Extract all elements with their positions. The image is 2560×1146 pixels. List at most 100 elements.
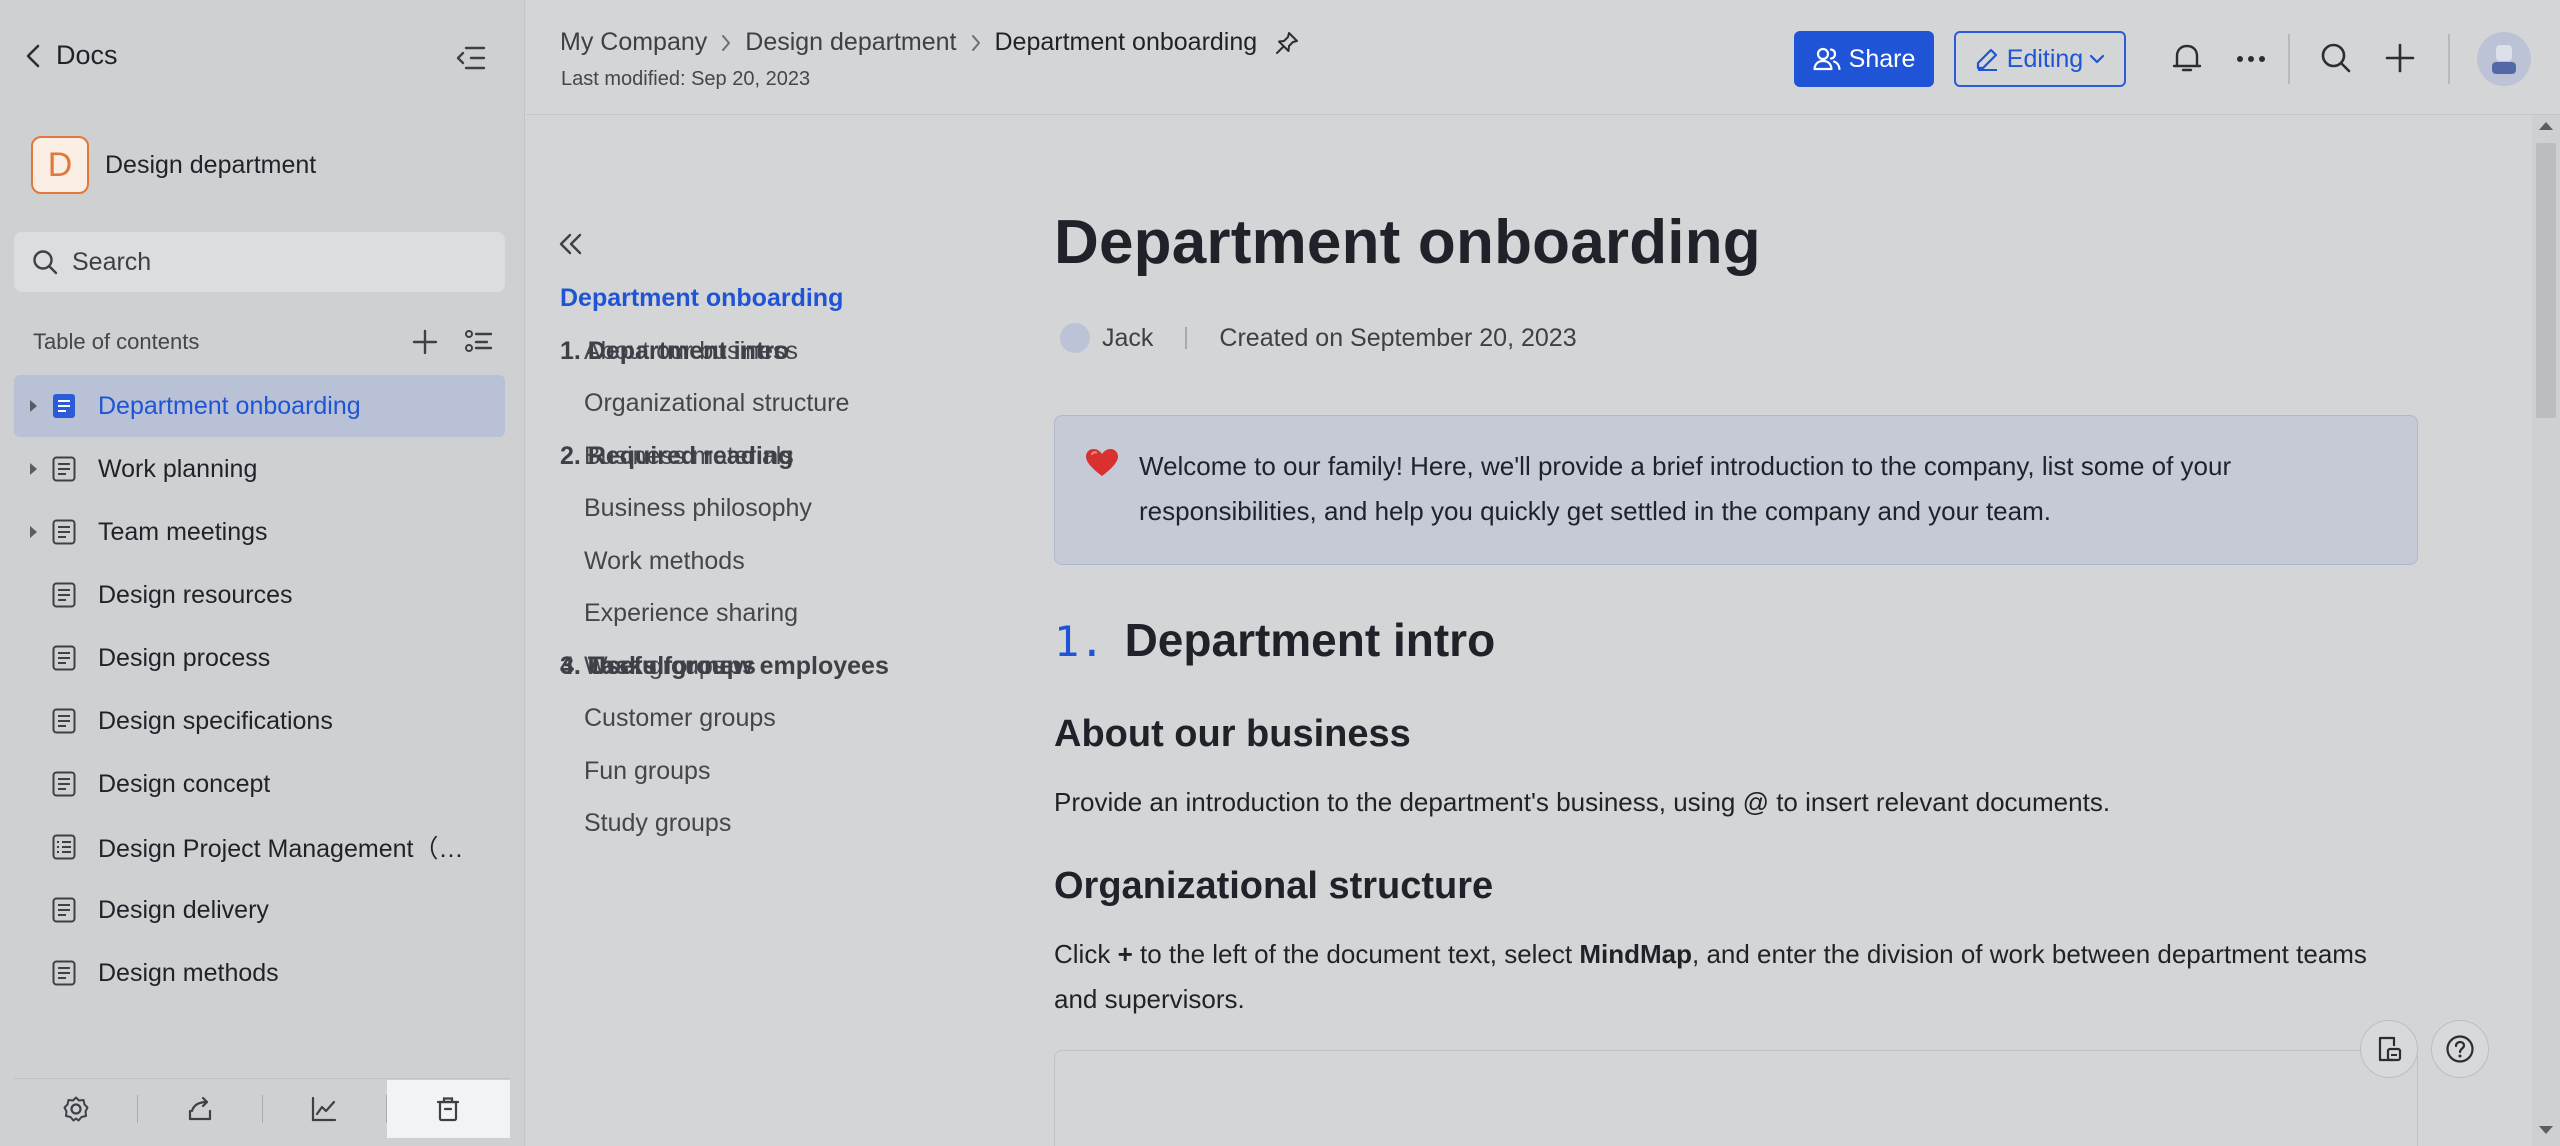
author-avatar[interactable] [1060, 323, 1090, 353]
more-horizontal-icon [2237, 56, 2265, 62]
heart-icon [1085, 448, 1119, 478]
outline-item[interactable]: 1. Department intro [560, 325, 789, 378]
share-button[interactable]: Share [1794, 31, 1934, 87]
breadcrumb-current-page: Department onboarding [994, 28, 1258, 56]
outline-item[interactable]: Experience sharing [560, 587, 1000, 640]
add-page-button[interactable] [411, 328, 439, 356]
chevron-left-icon [26, 44, 40, 67]
export-button[interactable] [138, 1080, 261, 1138]
search-icon [2321, 43, 2351, 73]
outline-title[interactable]: Department onboarding [560, 272, 1000, 325]
heading-text: Department intro [1124, 614, 1496, 666]
toc-item-label: Work planning [98, 454, 258, 483]
text-run: to the left of the document text, select [1132, 939, 1580, 969]
mindmap-block[interactable] [1054, 1050, 2418, 1146]
outline-item[interactable]: Study groups [560, 797, 1000, 850]
toc-item-design-resources[interactable]: Design resources [14, 564, 505, 626]
doc-icon [52, 708, 80, 734]
user-avatar[interactable] [2477, 32, 2531, 86]
outline-item[interactable]: Work methods [560, 535, 1000, 588]
expand-caret-icon[interactable] [14, 399, 52, 413]
outline-item[interactable]: 4. Useful groups [560, 640, 756, 693]
toc-item-design-delivery[interactable]: Design delivery [14, 879, 505, 941]
sidebar-footer [14, 1078, 510, 1138]
paragraph-org-structure[interactable]: Click + to the left of the document text… [1054, 932, 2414, 1022]
space-avatar: D [31, 136, 89, 194]
outline-item[interactable]: 2. Required reading [560, 430, 793, 483]
toc-item-label: Design process [98, 643, 271, 672]
settings-button[interactable] [14, 1080, 137, 1138]
more-options-button[interactable] [2236, 55, 2266, 63]
toc-item-work-planning[interactable]: Work planning [14, 438, 505, 500]
expand-caret-icon[interactable] [14, 462, 52, 476]
doc-icon [52, 897, 80, 923]
toc-options-button[interactable] [465, 328, 493, 356]
collapse-outline-button[interactable] [558, 232, 584, 256]
toc-item-label: Department onboarding [98, 391, 361, 420]
plus-icon [412, 329, 438, 355]
search-button[interactable] [2320, 42, 2352, 74]
editing-label: Editing [2006, 44, 2084, 73]
doc-icon [52, 960, 80, 986]
notifications-button[interactable] [2172, 42, 2202, 74]
toc-item-design-specifications[interactable]: Design specifications [14, 690, 505, 752]
outline-item[interactable]: Fun groups [560, 745, 1000, 798]
analytics-button[interactable] [262, 1080, 385, 1138]
toc-item-design-process[interactable]: Design process [14, 627, 505, 689]
document-title[interactable]: Department onboarding [1054, 207, 1761, 278]
text-run-bold: + [1117, 939, 1133, 969]
create-button[interactable] [2384, 42, 2416, 74]
author-name[interactable]: Jack [1102, 324, 1153, 353]
line-chart-icon [312, 1096, 337, 1121]
text-run: Click [1054, 939, 1118, 969]
toc-item-design-project-management[interactable]: Design Project Management（Da... [14, 816, 505, 878]
users-icon [1813, 47, 1841, 71]
breadcrumb-my-company[interactable]: My Company [560, 28, 707, 57]
paragraph-business[interactable]: Provide an introduction to the departmen… [1054, 780, 2414, 825]
collapse-sidebar-icon [456, 46, 486, 70]
divider [2448, 34, 2450, 84]
help-button[interactable] [2431, 1020, 2489, 1078]
outline-item[interactable]: Business philosophy [560, 482, 1000, 535]
help-icon [2446, 1035, 2474, 1063]
toc-tree: Department onboarding Work planning Team… [14, 375, 505, 1005]
pin-icon[interactable] [1275, 31, 1299, 55]
bell-icon [2172, 44, 2202, 72]
sidebar: Docs D Design department Search Table of… [0, 0, 525, 1146]
scroll-up-arrow-icon[interactable] [2537, 120, 2555, 132]
last-modified: Last modified: Sep 20, 2023 [561, 68, 811, 90]
search-placeholder: Search [72, 247, 152, 276]
divider [1185, 327, 1188, 349]
document-insert-icon [2378, 1036, 2402, 1062]
heading-about-our-business[interactable]: About our business [1054, 713, 1411, 756]
breadcrumb-design-department[interactable]: Design department [745, 28, 956, 57]
heading-number: 1. [1054, 617, 1105, 666]
space-header[interactable]: D Design department [31, 136, 316, 194]
editing-mode-dropdown[interactable]: Editing [1954, 31, 2126, 87]
collapse-sidebar-button[interactable] [455, 44, 487, 72]
toc-item-team-meetings[interactable]: Team meetings [14, 501, 505, 563]
toc-item-design-concept[interactable]: Design concept [14, 753, 505, 815]
trash-button[interactable] [386, 1079, 510, 1138]
scroll-down-arrow-icon[interactable] [2537, 1124, 2555, 1136]
toc-item-department-onboarding[interactable]: Department onboarding [14, 375, 505, 437]
callout-text: Welcome to our family! Here, we'll provi… [1139, 451, 2232, 526]
scrollbar-thumb[interactable] [2536, 143, 2556, 418]
toc-item-label: Design delivery [98, 895, 269, 924]
toc-item-design-methods[interactable]: Design methods [14, 942, 505, 1004]
gear-icon [63, 1096, 89, 1121]
outline-item[interactable]: Organizational structure [560, 377, 1000, 430]
plus-icon [2385, 43, 2415, 73]
welcome-callout[interactable]: Welcome to our family! Here, we'll provi… [1054, 415, 2418, 565]
section-heading-department-intro[interactable]: 1. Department intro [1054, 613, 1495, 667]
back-label: Docs [56, 40, 118, 70]
heading-organizational-structure[interactable]: Organizational structure [1054, 865, 1493, 908]
toc-item-label: Team meetings [98, 517, 268, 546]
back-to-docs-button[interactable]: Docs [26, 40, 118, 71]
outline-item[interactable]: Customer groups [560, 692, 1000, 745]
expand-caret-icon[interactable] [14, 525, 52, 539]
doc-insert-button[interactable] [2360, 1020, 2418, 1078]
search-icon [33, 250, 58, 275]
doc-icon [52, 456, 80, 482]
search-input[interactable]: Search [14, 232, 505, 292]
